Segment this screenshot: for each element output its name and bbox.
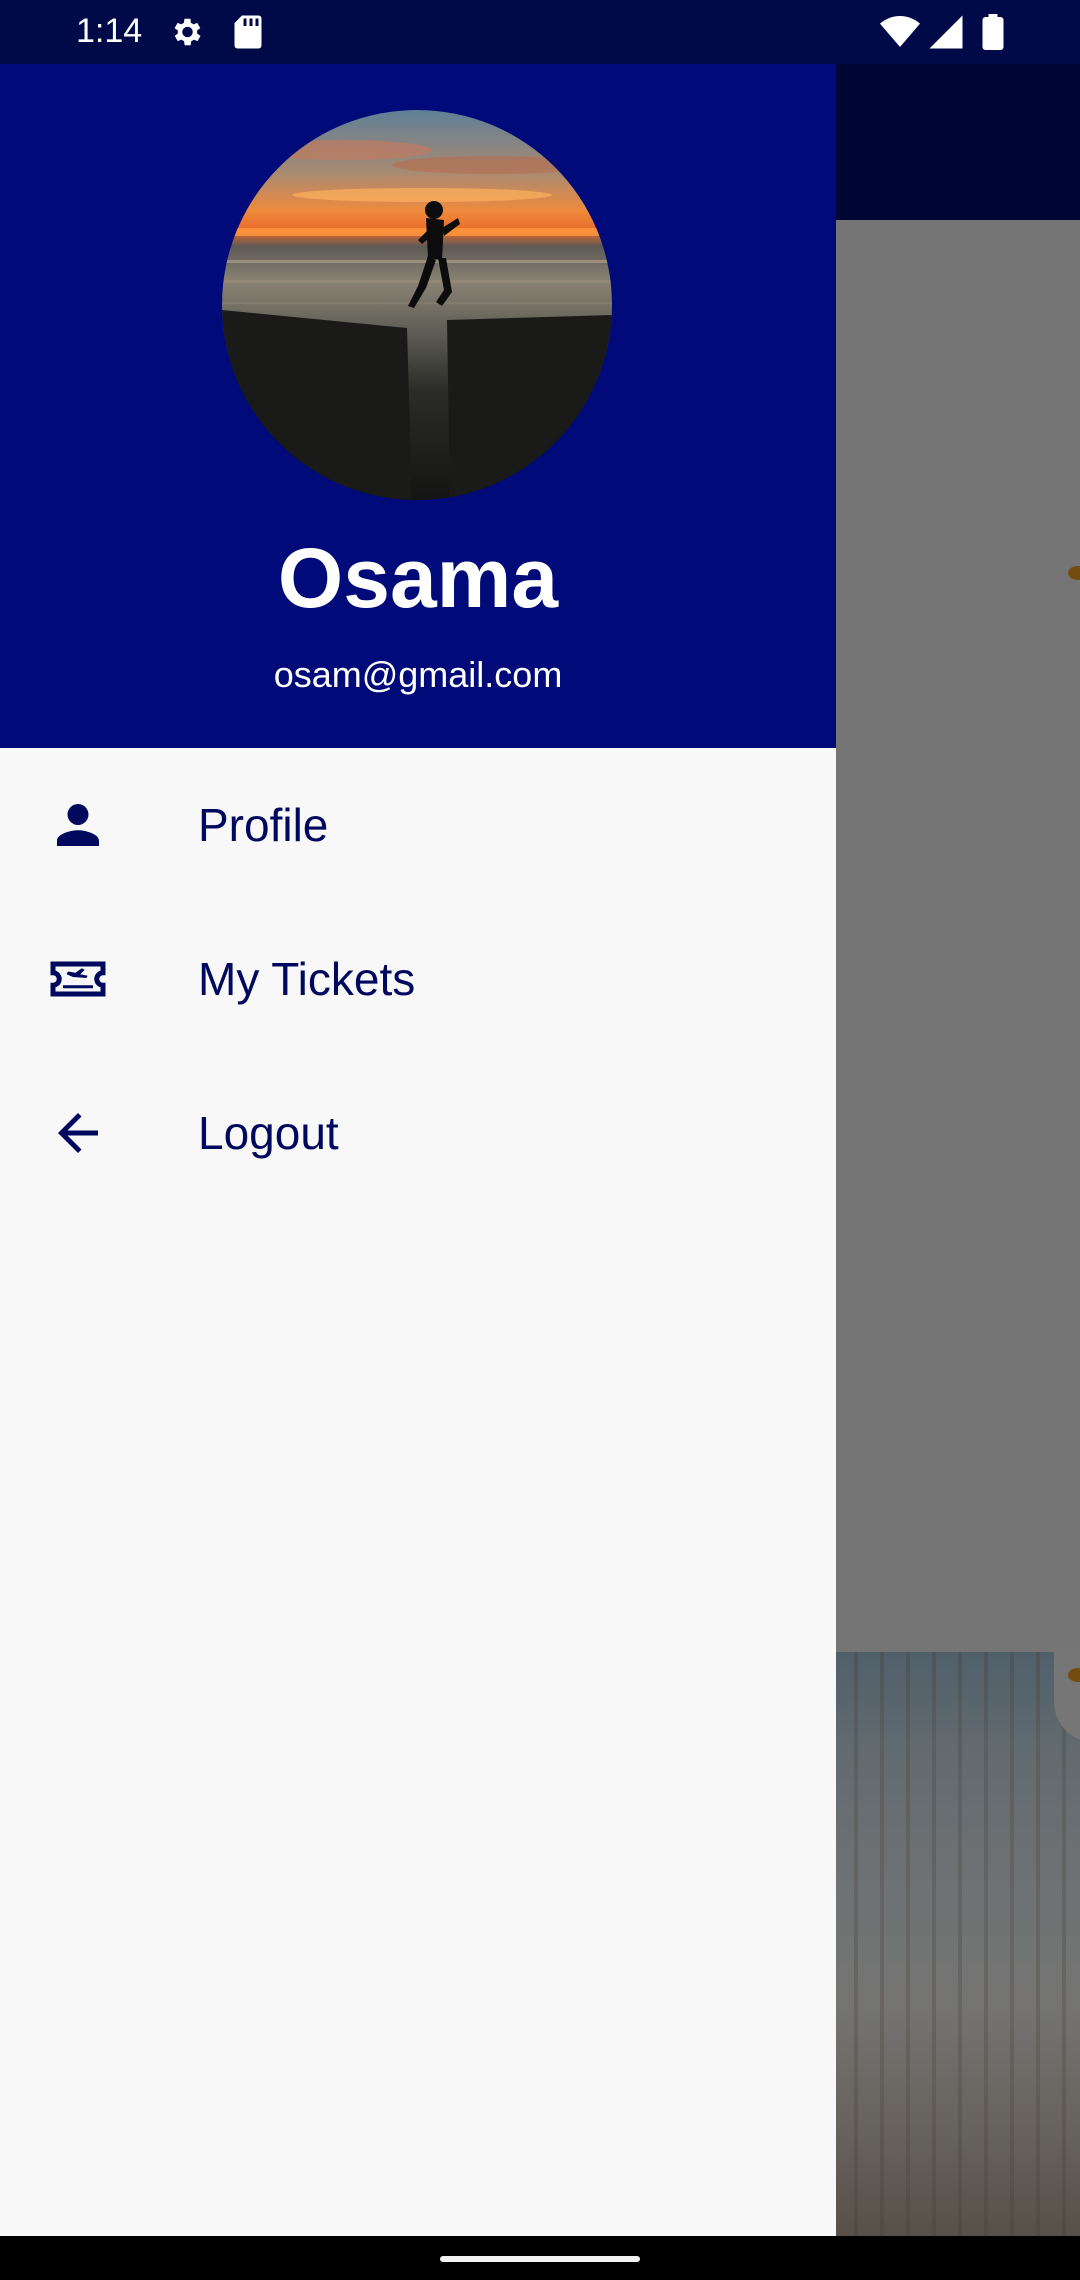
menu-item-label: My Tickets — [198, 953, 416, 1005]
battery-icon — [982, 14, 1004, 55]
status-time: 1:14 — [76, 12, 143, 50]
gesture-navigation-bar — [0, 2236, 1080, 2280]
menu-item-label: Logout — [198, 1107, 339, 1159]
menu-item-profile[interactable]: Profile — [0, 748, 836, 902]
arrow-back-icon — [48, 1103, 108, 1163]
home-gesture-handle[interactable] — [440, 2256, 640, 2262]
navigation-drawer: Osama osam@gmail.com Profile My Tickets … — [0, 64, 836, 2236]
sd-card-icon — [232, 14, 264, 55]
status-bar: 1:14 — [0, 0, 1080, 64]
menu-item-label: Profile — [198, 799, 329, 851]
user-name: Osama — [277, 531, 559, 625]
drawer-menu: Profile My Tickets Logout — [0, 748, 836, 1210]
menu-item-my-tickets[interactable]: My Tickets — [0, 902, 836, 1056]
ticket-icon — [48, 949, 108, 1009]
gear-icon — [168, 14, 204, 55]
profile-avatar[interactable] — [222, 110, 612, 500]
user-email: osam@gmail.com — [273, 654, 563, 695]
menu-item-logout[interactable]: Logout — [0, 1056, 836, 1210]
person-icon — [48, 795, 108, 855]
wifi-icon — [880, 14, 920, 55]
signal-icon — [928, 14, 964, 55]
drawer-header: Osama osam@gmail.com — [0, 64, 836, 748]
